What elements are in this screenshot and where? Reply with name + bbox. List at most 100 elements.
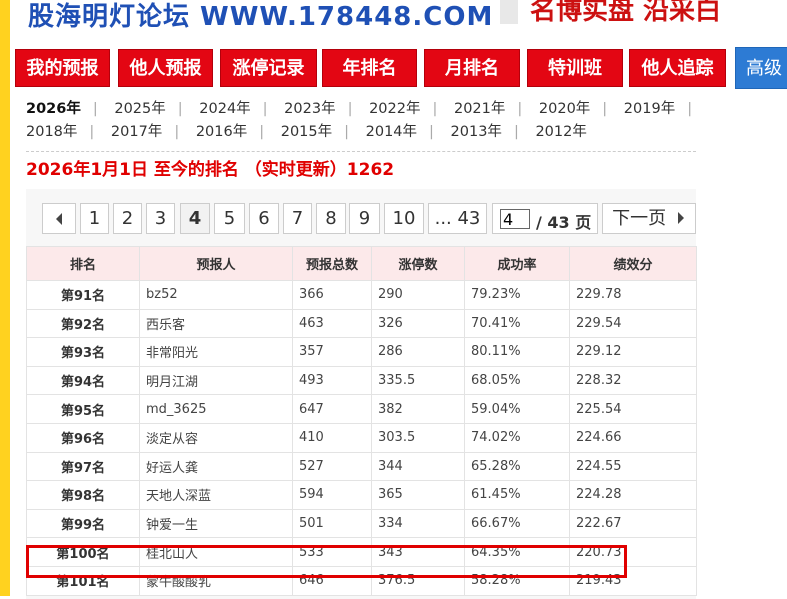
cell-forecaster[interactable]: 天地人深蓝 (139, 480, 293, 510)
cell-limit-up: 382 (371, 394, 465, 424)
cell-rank: 第95名 (26, 394, 140, 424)
main-nav: 我的预报 他人预报 涨停记录 年排名 月排名 特训班 他人追踪 高级 (15, 47, 787, 89)
page-3[interactable]: 3 (146, 203, 175, 234)
page-total: / 43 页 (536, 213, 592, 232)
page-6[interactable]: 6 (249, 203, 279, 234)
cell-forecaster[interactable]: 淡定从容 (139, 422, 293, 453)
cell-score: 224.28 (569, 480, 697, 510)
nav-my-forecast[interactable]: 我的预报 (15, 49, 110, 87)
page-8[interactable]: 8 (316, 203, 346, 234)
year-link-2016[interactable]: 2016年 (196, 120, 247, 141)
year-link-2026[interactable]: 2026年 (26, 97, 81, 118)
year-link-2020[interactable]: 2020年 (539, 97, 590, 118)
cell-limit-up: 335.5 (371, 365, 465, 396)
cell-rank: 第91名 (26, 280, 140, 310)
cell-success-rate: 58.28% (464, 565, 570, 596)
table-row-highlighted: 第100名 桂北山人 533 343 64.35% 220.73 (26, 537, 697, 567)
nav-year-ranking[interactable]: 年排名 (322, 49, 417, 87)
nav-advanced[interactable]: 高级 (735, 47, 787, 89)
page-9[interactable]: 9 (349, 203, 380, 234)
col-header-rank[interactable]: 排名 (26, 246, 140, 281)
section-divider (26, 151, 696, 152)
site-banner: 股海明灯论坛 WWW.178448.COM 名博实盘 沿采白 (10, 0, 787, 28)
year-link-2018[interactable]: 2018年 (26, 120, 77, 141)
cell-total: 527 (292, 451, 372, 482)
cell-rank: 第94名 (26, 365, 140, 396)
nav-others-tracking[interactable]: 他人追踪 (629, 49, 726, 87)
caret-right-icon (677, 212, 684, 224)
cell-forecaster[interactable]: 好运人龚 (139, 451, 293, 482)
banner-right-text: 名博实盘 沿采白 (530, 0, 722, 26)
cell-success-rate: 68.05% (464, 365, 570, 396)
cell-forecaster[interactable]: 明月江湖 (139, 365, 293, 396)
page-last[interactable]: ... 43 (428, 203, 487, 234)
year-link-2017[interactable]: 2017年 (111, 120, 162, 141)
table-row: 第96名 淡定从容 410 303.5 74.02% 224.66 (26, 422, 697, 453)
cell-forecaster[interactable]: 西乐客 (139, 308, 293, 339)
table-row: 第94名 明月江湖 493 335.5 68.05% 228.32 (26, 365, 697, 396)
cell-total: 493 (292, 365, 372, 396)
col-header-limit-up[interactable]: 涨停数 (371, 246, 465, 281)
cell-limit-up: 290 (371, 280, 465, 310)
cell-rank: 第92名 (26, 308, 140, 339)
year-link-2015[interactable]: 2015年 (281, 120, 332, 141)
col-header-score[interactable]: 绩效分 (569, 246, 697, 281)
year-link-2022[interactable]: 2022年 (369, 97, 420, 118)
cell-forecaster[interactable]: md_3625 (139, 394, 293, 424)
page-5[interactable]: 5 (214, 203, 245, 234)
cell-success-rate: 79.23% (464, 280, 570, 310)
caret-left-icon (56, 213, 62, 225)
cell-limit-up: 334 (371, 508, 465, 539)
ranking-title: 2026年1月1日 至今的排名 （实时更新）1262 (26, 160, 395, 180)
cell-total: 410 (292, 422, 372, 453)
cell-success-rate: 64.35% (464, 537, 570, 567)
cell-total: 646 (292, 565, 372, 596)
cell-total: 501 (292, 508, 372, 539)
year-link-2021[interactable]: 2021年 (454, 97, 505, 118)
year-link-2012[interactable]: 2012年 (535, 120, 586, 141)
year-link-2025[interactable]: 2025年 (114, 97, 165, 118)
year-links-row-2: 2018年 | 2017年 | 2016年 | 2015年 | 2014年 | 2013年… (26, 120, 587, 141)
cell-forecaster[interactable]: 蒙牛酸酸乳 (139, 565, 293, 596)
year-link-2024[interactable]: 2024年 (199, 97, 250, 118)
table-row: 第92名 西乐客 463 326 70.41% 229.54 (26, 308, 697, 339)
cell-score: 229.54 (569, 308, 697, 339)
cell-total: 594 (292, 480, 372, 510)
cell-score: 222.67 (569, 508, 697, 539)
cell-forecaster[interactable]: 非常阳光 (139, 337, 293, 367)
cell-score: 220.73 (569, 537, 697, 567)
next-page-label: 下一页 (612, 208, 667, 229)
page-7[interactable]: 7 (283, 203, 312, 234)
year-link-2023[interactable]: 2023年 (284, 97, 335, 118)
col-header-total[interactable]: 预报总数 (292, 246, 372, 281)
cell-limit-up: 376.5 (371, 565, 465, 596)
table-row: 第93名 非常阳光 357 286 80.11% 229.12 (26, 337, 697, 367)
cell-forecaster[interactable]: 桂北山人 (139, 537, 293, 567)
cell-forecaster[interactable]: bz52 (139, 280, 293, 310)
year-link-2013[interactable]: 2013年 (451, 120, 502, 141)
nav-month-ranking[interactable]: 月排名 (424, 49, 520, 87)
page-2[interactable]: 2 (113, 203, 142, 234)
cell-score: 229.78 (569, 280, 697, 310)
page-jump-input[interactable] (500, 209, 530, 229)
col-header-forecaster[interactable]: 预报人 (139, 246, 293, 281)
cell-success-rate: 74.02% (464, 422, 570, 453)
year-link-2014[interactable]: 2014年 (366, 120, 417, 141)
page-10[interactable]: 10 (384, 203, 424, 234)
cell-limit-up: 326 (371, 308, 465, 339)
prev-page-button[interactable] (42, 203, 76, 234)
table-header-row: 排名 预报人 预报总数 涨停数 成功率 绩效分 (26, 246, 697, 281)
nav-limit-up-record[interactable]: 涨停记录 (220, 49, 317, 87)
cell-success-rate: 70.41% (464, 308, 570, 339)
cell-score: 228.32 (569, 365, 697, 396)
nav-training-class[interactable]: 特训班 (527, 49, 623, 87)
col-header-success-rate[interactable]: 成功率 (464, 246, 570, 281)
page-1[interactable]: 1 (80, 203, 109, 234)
page-4-current[interactable]: 4 (180, 203, 210, 234)
cell-limit-up: 286 (371, 337, 465, 367)
cell-total: 357 (292, 337, 372, 367)
nav-others-forecast[interactable]: 他人预报 (118, 49, 213, 87)
year-link-2019[interactable]: 2019年 (624, 97, 675, 118)
cell-forecaster[interactable]: 钟爱一生 (139, 508, 293, 539)
next-page-button[interactable]: 下一页 (602, 203, 696, 234)
